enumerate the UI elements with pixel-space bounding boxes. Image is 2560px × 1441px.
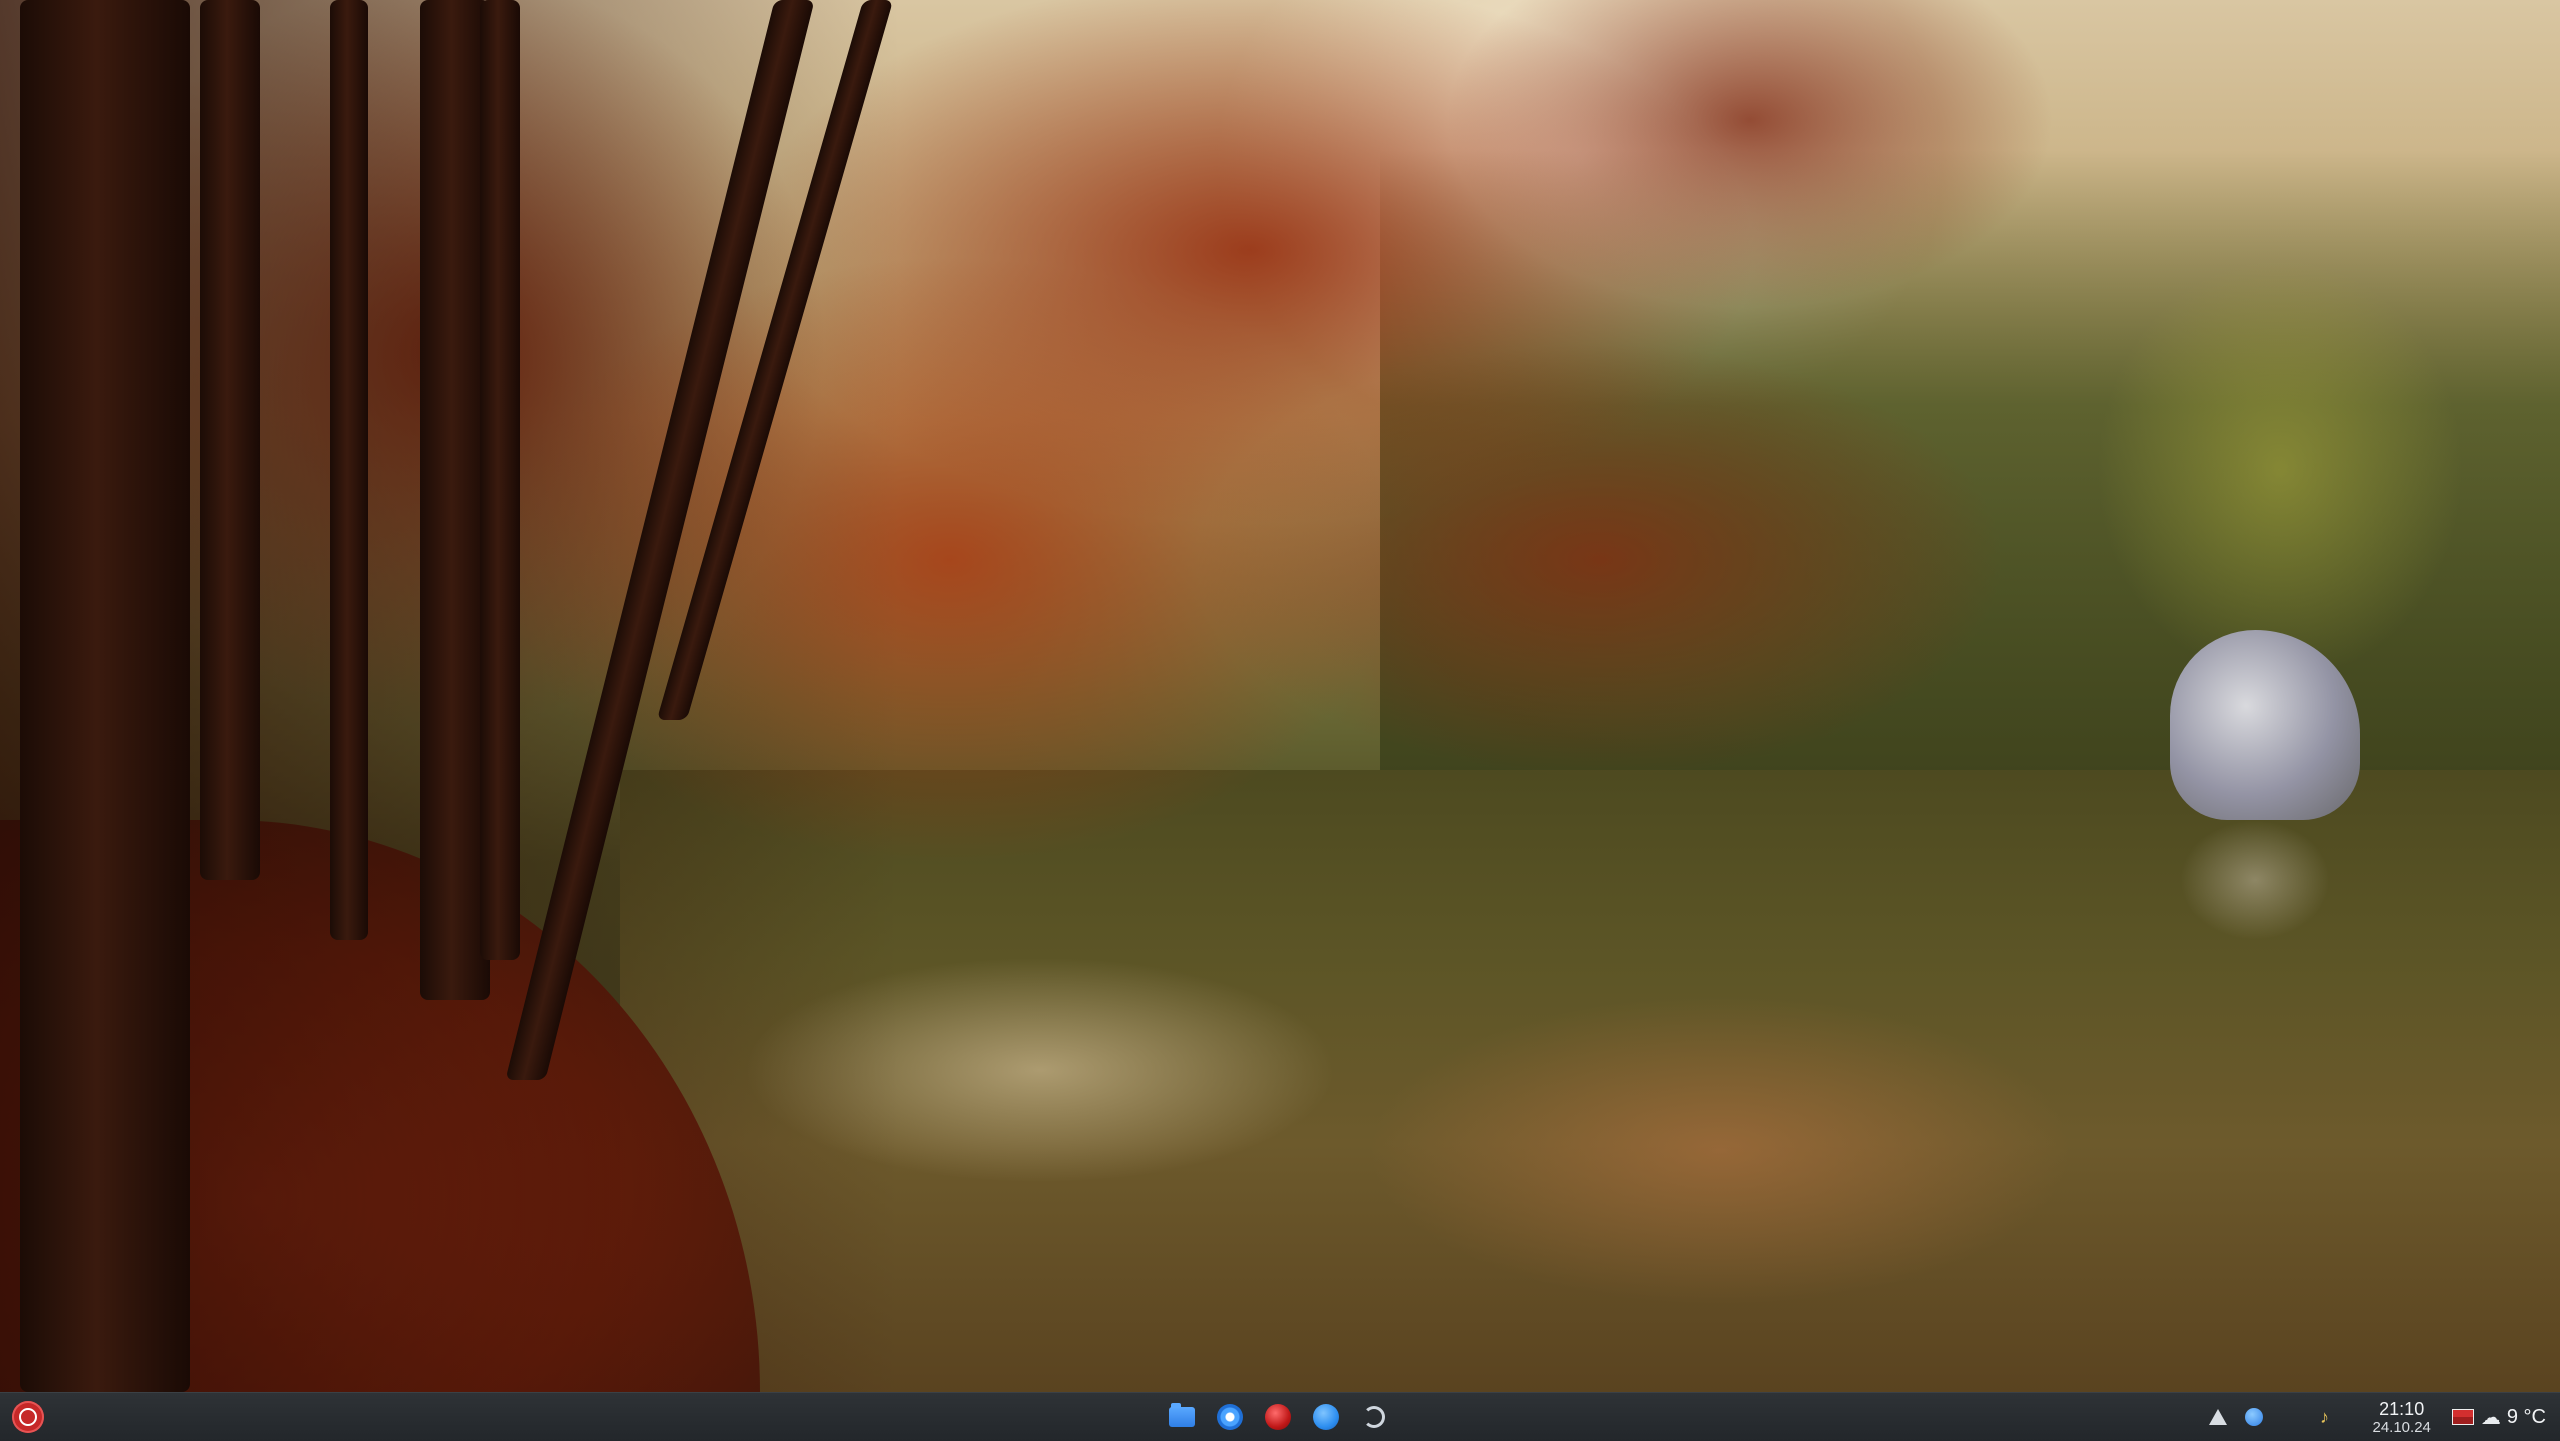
launcher-ring-icon [19,1408,37,1426]
wallpaper-tree-trunk [20,0,190,1392]
weather-cloud-icon: ☁ [2480,1406,2501,1429]
update-sync-icon [1363,1406,1385,1428]
digital-clock[interactable]: 21:10 24.10.24 [2372,1400,2430,1435]
wallpaper-tree-trunk [200,0,260,880]
system-tray: ♪ 21:10 24.10.24 ☁ 9 °C [2200,1393,2560,1441]
task-browser-button[interactable] [1214,1401,1246,1433]
blue-app-icon [1313,1404,1339,1430]
bluetooth-icon[interactable] [2242,1405,2266,1429]
application-launcher-icon[interactable] [12,1401,44,1433]
clock-date: 24.10.24 [2372,1418,2431,1436]
task-files-button[interactable] [1166,1401,1198,1433]
weather-widget[interactable]: ☁ 9 °C [2481,1405,2546,1430]
task-recorder-button[interactable] [1262,1401,1294,1433]
wallpaper-rock-reflection [2180,820,2330,940]
folder-icon [1169,1403,1195,1427]
network-icon[interactable] [2206,1405,2230,1429]
speaker-icon: ♪ [2319,1406,2329,1427]
wallpaper-tree-trunk [330,0,368,940]
network-signal-icon [2209,1409,2228,1425]
task-chat-button[interactable] [1310,1401,1342,1433]
taskbar: ♪ 21:10 24.10.24 ☁ 9 °C [0,1392,2560,1441]
desktop-wallpaper [0,0,2560,1392]
task-update-button[interactable] [1358,1401,1390,1433]
clock-time: 21:10 [2379,1398,2425,1419]
red-record-icon [1265,1404,1291,1430]
wallpaper-tree-trunk [480,0,520,960]
flag-icon [2451,1409,2474,1425]
bluetooth-status-icon [2245,1408,2264,1426]
keyboard-layout-flag-icon[interactable] [2451,1405,2475,1429]
browser-globe-icon [1217,1404,1243,1430]
audio-icon[interactable]: ♪ [2312,1405,2336,1429]
task-manager [1166,1401,1390,1433]
weather-temperature: 9 °C [2506,1405,2546,1428]
